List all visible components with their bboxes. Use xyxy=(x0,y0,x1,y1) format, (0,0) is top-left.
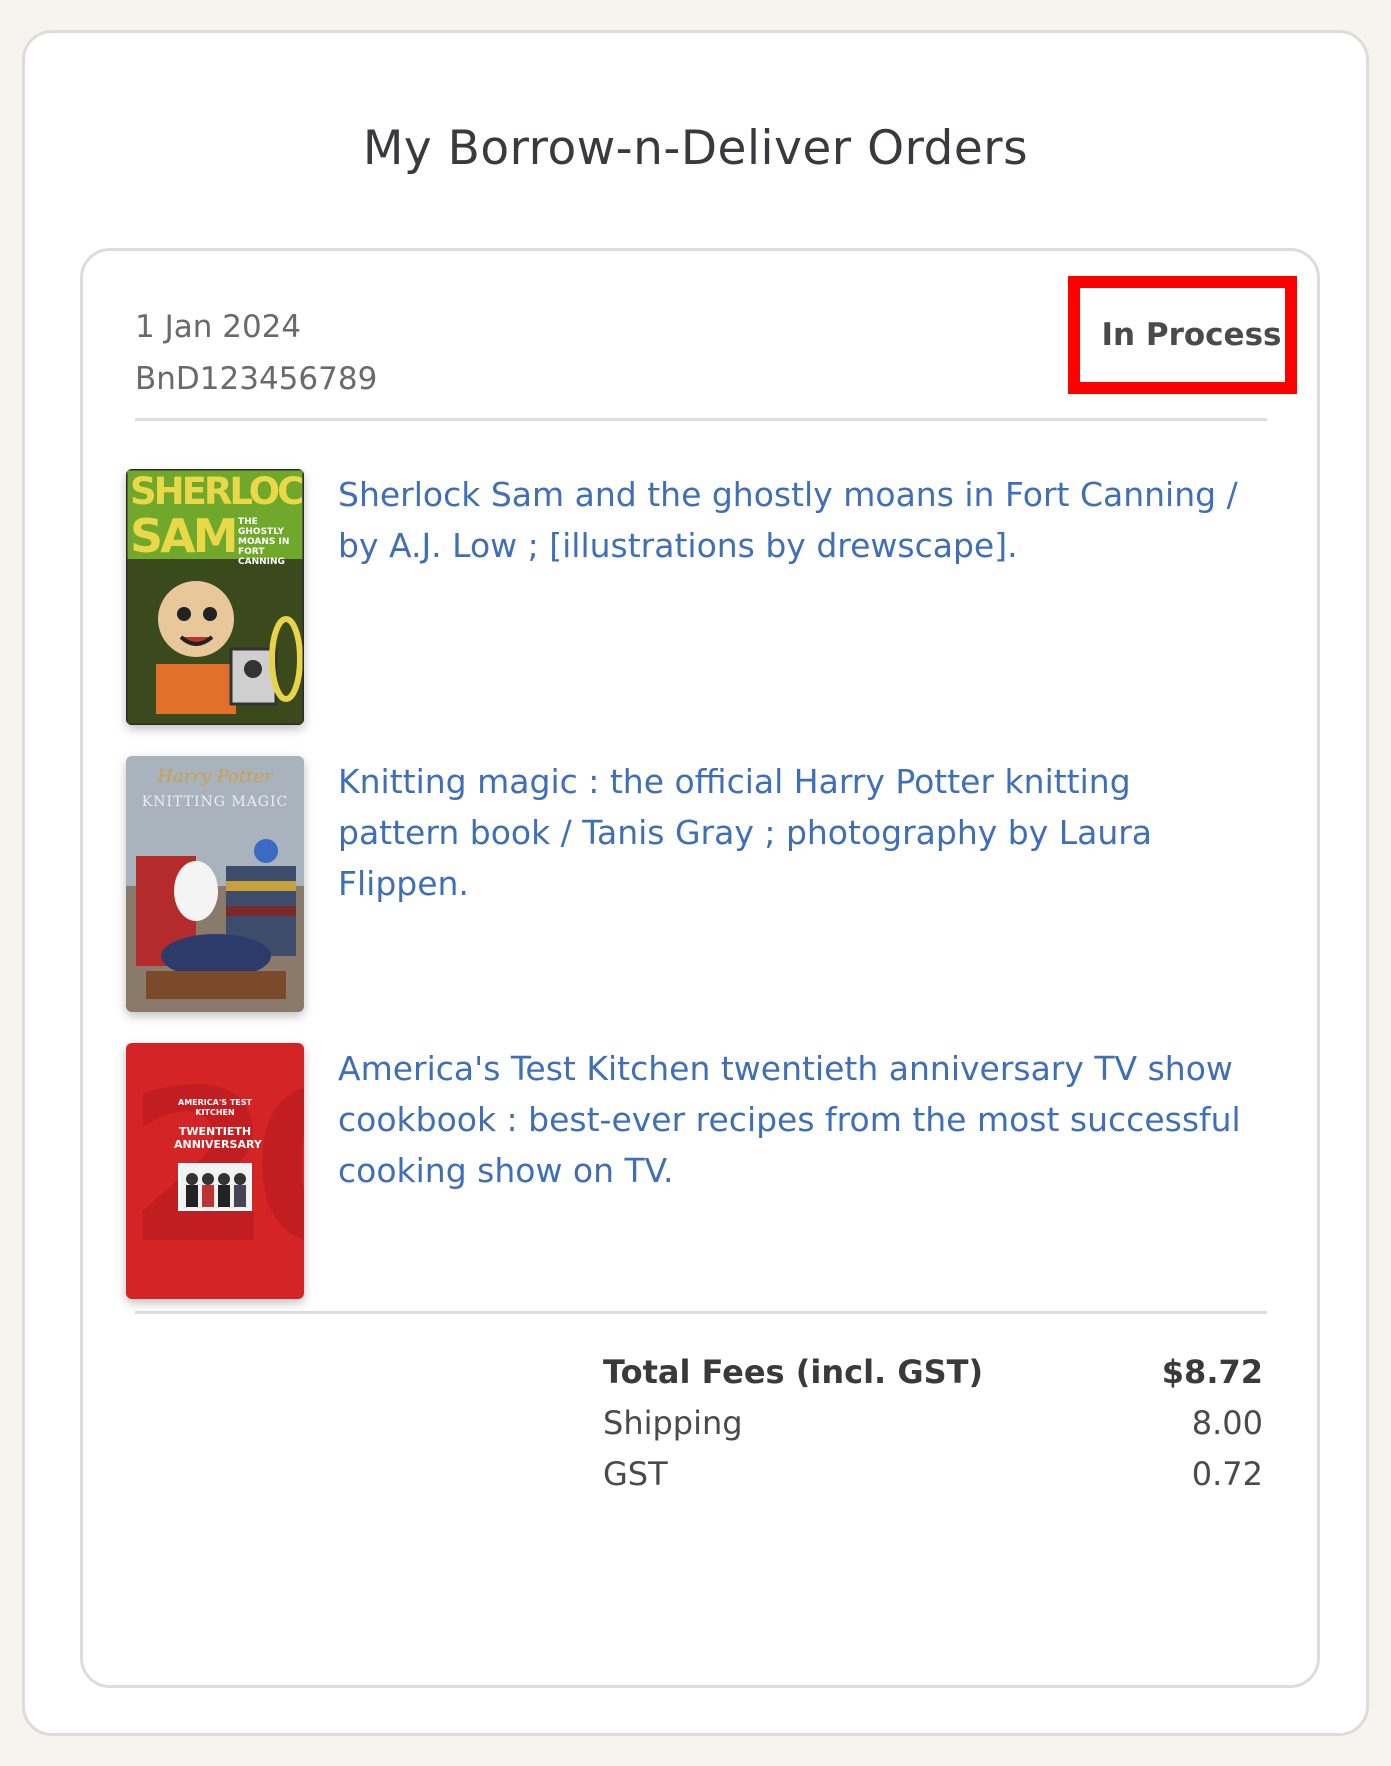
list-item: SHERLOCK SAM THE GHOSTLY MOANS IN FORT C… xyxy=(126,469,1276,729)
book-title-link[interactable]: America's Test Kitchen twentieth anniver… xyxy=(338,1043,1258,1196)
book-cover-americas-test-kitchen[interactable]: 20 AMERICA'S TEST KITCHEN TWENTIETH ANNI… xyxy=(126,1043,304,1299)
order-card: 1 Jan 2024 BnD123456789 In Process SHERL… xyxy=(80,248,1320,1688)
cover-title: SAM xyxy=(130,509,239,563)
book-title-link[interactable]: Sherlock Sam and the ghostly moans in Fo… xyxy=(338,469,1258,571)
order-id: BnD123456789 xyxy=(135,361,378,397)
cover-title: SHERLOCK xyxy=(130,470,304,513)
order-date: 1 Jan 2024 xyxy=(135,309,302,345)
book-cover-knitting-magic[interactable]: Harry Potter KNITTING MAGIC xyxy=(126,756,304,1012)
shipping-row: Shipping 8.00 xyxy=(603,1397,1263,1448)
divider xyxy=(135,418,1267,421)
total-fees-row: Total Fees (incl. GST) $8.72 xyxy=(603,1346,1263,1397)
gst-label: GST xyxy=(603,1454,668,1493)
book-title-link[interactable]: Knitting magic : the official Harry Pott… xyxy=(338,756,1258,909)
gst-value: 0.72 xyxy=(1191,1454,1263,1493)
gst-row: GST 0.72 xyxy=(603,1448,1263,1499)
fees-summary: Total Fees (incl. GST) $8.72 Shipping 8.… xyxy=(603,1346,1263,1499)
cover-subtitle: AMERICA'S TEST KITCHEN xyxy=(178,1098,252,1117)
cover-subtitle: THE GHOSTLY MOANS IN FORT CANNING xyxy=(238,517,290,567)
page-title: My Borrow-n-Deliver Orders xyxy=(362,121,1029,176)
cover-photo xyxy=(178,1163,252,1211)
divider xyxy=(135,1311,1267,1314)
cover-title: TWENTIETH ANNIVERSARY xyxy=(174,1125,262,1151)
cover-title: Harry Potter xyxy=(157,766,273,787)
orders-page-card: My Borrow-n-Deliver Orders 1 Jan 2024 Bn… xyxy=(22,30,1369,1736)
total-fees-value: $8.72 xyxy=(1161,1352,1263,1391)
status-badge: In Process xyxy=(1101,317,1282,353)
book-cover-sherlock-sam[interactable]: SHERLOCK SAM THE GHOSTLY MOANS IN FORT C… xyxy=(126,469,304,725)
status-highlight-box: In Process xyxy=(1068,276,1297,394)
list-item: 20 AMERICA'S TEST KITCHEN TWENTIETH ANNI… xyxy=(126,1043,1276,1303)
shipping-value: 8.00 xyxy=(1191,1403,1263,1442)
shipping-label: Shipping xyxy=(603,1403,743,1442)
total-fees-label: Total Fees (incl. GST) xyxy=(603,1352,984,1391)
cover-subtitle: KNITTING MAGIC xyxy=(141,794,289,810)
list-item: Harry Potter KNITTING MAGIC Knitting mag… xyxy=(126,756,1276,1016)
